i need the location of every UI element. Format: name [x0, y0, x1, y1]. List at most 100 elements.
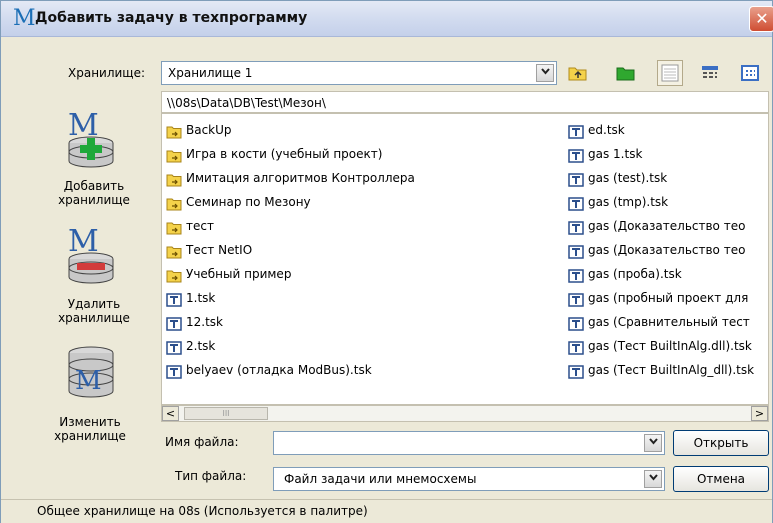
list-item[interactable]: Учебный пример: [166, 262, 415, 286]
sidebar-item-edit-storage[interactable]: Изменить хранилище: [45, 415, 135, 443]
list-item[interactable]: gas (Доказательство тео: [568, 238, 754, 262]
horizontal-scrollbar[interactable]: < III >: [161, 405, 769, 422]
list-item[interactable]: gas (Тест BuiltInAlg.dll).tsk: [568, 334, 754, 358]
details-view-icon[interactable]: [699, 63, 721, 83]
sidebar-item-label: Добавить: [63, 179, 125, 193]
folder-icon: [166, 147, 182, 163]
chevron-down-icon: [648, 474, 658, 481]
task-file-icon: [568, 267, 584, 283]
list-item[interactable]: gas (пробный проект для: [568, 286, 754, 310]
list-item[interactable]: Тест NetIO: [166, 238, 415, 262]
title-bar[interactable]: M Добавить задачу в техпрограмму ✕: [1, 1, 773, 37]
list-item-label: gas (пробный проект для: [588, 291, 749, 305]
list-item[interactable]: gas (проба).tsk: [568, 262, 754, 286]
task-file-icon: [568, 195, 584, 211]
sidebar-item-label: хранилище: [54, 429, 126, 443]
cancel-button[interactable]: Отмена: [673, 466, 769, 492]
list-item-label: belyaev (отладка ModBus).tsk: [186, 363, 372, 377]
edit-storage-icon[interactable]: M: [61, 343, 129, 412]
list-item[interactable]: gas (tmp).tsk: [568, 190, 754, 214]
filename-dropdown-button[interactable]: [644, 434, 662, 452]
current-path: \\08s\Data\DB\Test\Мезон\: [167, 96, 326, 110]
sidebar-item-label: хранилище: [58, 311, 130, 325]
list-item[interactable]: Семинар по Мезону: [166, 190, 415, 214]
list-item[interactable]: Имитация алгоритмов Контроллера: [166, 166, 415, 190]
file-list[interactable]: BackUp Игра в кости (учебный проект) Имита…: [161, 113, 769, 405]
list-item[interactable]: belyaev (отладка ModBus).tsk: [166, 358, 415, 382]
list-item-label: gas (Тест BuiltInAlg.dll).tsk: [588, 339, 752, 353]
filetype-label: Тип файла:: [175, 469, 247, 483]
list-item[interactable]: gas (Сравнительный тест: [568, 310, 754, 334]
list-item[interactable]: gas (Доказательство тео: [568, 214, 754, 238]
folder-up-icon[interactable]: [567, 63, 589, 83]
task-file-icon: [166, 363, 182, 379]
task-file-icon: [568, 315, 584, 331]
thumbnails-view-icon[interactable]: [739, 63, 761, 83]
add-storage-icon[interactable]: M: [61, 108, 129, 180]
sidebar-item-add-storage[interactable]: Добавить хранилище: [49, 179, 139, 207]
status-bar: Общее хранилище на 08s (Используется в п…: [1, 499, 772, 523]
sidebar-item-remove-storage[interactable]: Удалить хранилище: [49, 297, 139, 325]
scroll-right-button[interactable]: >: [751, 406, 768, 421]
remove-storage-icon[interactable]: M: [61, 224, 129, 296]
chevron-down-icon: [648, 438, 658, 445]
file-list-column-1: BackUp Игра в кости (учебный проект) Имита…: [166, 118, 415, 382]
filetype-dropdown-button[interactable]: [644, 470, 662, 488]
list-item[interactable]: ed.tsk: [568, 118, 754, 142]
list-item[interactable]: 2.tsk: [166, 334, 415, 358]
storage-dropdown-button[interactable]: [536, 64, 554, 82]
folder-icon: [166, 171, 182, 187]
filename-input[interactable]: [273, 431, 665, 455]
scroll-thumb[interactable]: III: [184, 407, 268, 420]
close-button[interactable]: ✕: [749, 6, 773, 32]
list-item-label: тест: [186, 219, 214, 233]
filetype-value: Файл задачи или мнемосхемы: [284, 472, 477, 486]
list-item[interactable]: BackUp: [166, 118, 415, 142]
filetype-select[interactable]: Файл задачи или мнемосхемы: [273, 467, 665, 491]
list-item-label: gas (test).tsk: [588, 171, 668, 185]
task-file-icon: [568, 243, 584, 259]
list-item[interactable]: 12.tsk: [166, 310, 415, 334]
file-list-column-2: ed.tsk gas 1.tsk gas (test).tsk gas (tmp).t…: [568, 118, 754, 382]
list-item-label: BackUp: [186, 123, 232, 137]
sidebar-item-label: Удалить: [67, 297, 121, 311]
sidebar-item-label: Изменить: [59, 415, 121, 429]
task-file-icon: [568, 339, 584, 355]
list-item-label: gas (tmp).tsk: [588, 195, 669, 209]
task-file-icon: [568, 123, 584, 139]
list-item[interactable]: тест: [166, 214, 415, 238]
task-file-icon: [166, 291, 182, 307]
list-item[interactable]: Игра в кости (учебный проект): [166, 142, 415, 166]
list-item-label: 12.tsk: [186, 315, 223, 329]
list-item[interactable]: 1.tsk: [166, 286, 415, 310]
list-item-label: 1.tsk: [186, 291, 216, 305]
list-item[interactable]: gas (test).tsk: [568, 166, 754, 190]
chevron-down-icon: [540, 68, 550, 75]
task-file-icon: [166, 315, 182, 331]
list-item[interactable]: gas 1.tsk: [568, 142, 754, 166]
status-text: Общее хранилище на 08s (Используется в п…: [37, 504, 368, 518]
list-item-label: gas (Тест BuiltInAlg_dll).tsk: [588, 363, 755, 377]
new-folder-icon[interactable]: [615, 63, 637, 83]
storage-value: Хранилище 1: [168, 66, 253, 80]
open-button[interactable]: Открыть: [673, 430, 769, 456]
list-item-label: 2.tsk: [186, 339, 216, 353]
task-file-icon: [166, 339, 182, 355]
list-item-label: Игра в кости (учебный проект): [186, 147, 383, 161]
app-logo-icon: M: [13, 6, 36, 31]
sidebar-item-label: хранилище: [58, 193, 130, 207]
folder-icon: [166, 123, 182, 139]
list-item-label: gas (Сравнительный тест: [588, 315, 750, 329]
scroll-left-button[interactable]: <: [162, 406, 179, 421]
path-bar: \\08s\Data\DB\Test\Мезон\: [161, 91, 769, 113]
list-item-label: gas (проба).tsk: [588, 267, 682, 281]
list-view-icon[interactable]: [657, 60, 683, 86]
folder-icon: [166, 219, 182, 235]
list-item-label: Учебный пример: [186, 267, 292, 281]
list-item[interactable]: gas (Тест BuiltInAlg_dll).tsk: [568, 358, 754, 382]
task-file-icon: [568, 147, 584, 163]
list-item-label: Имитация алгоритмов Контроллера: [186, 171, 415, 185]
storage-select[interactable]: Хранилище 1: [161, 61, 557, 85]
folder-icon: [166, 267, 182, 283]
list-item-label: ed.tsk: [588, 123, 625, 137]
